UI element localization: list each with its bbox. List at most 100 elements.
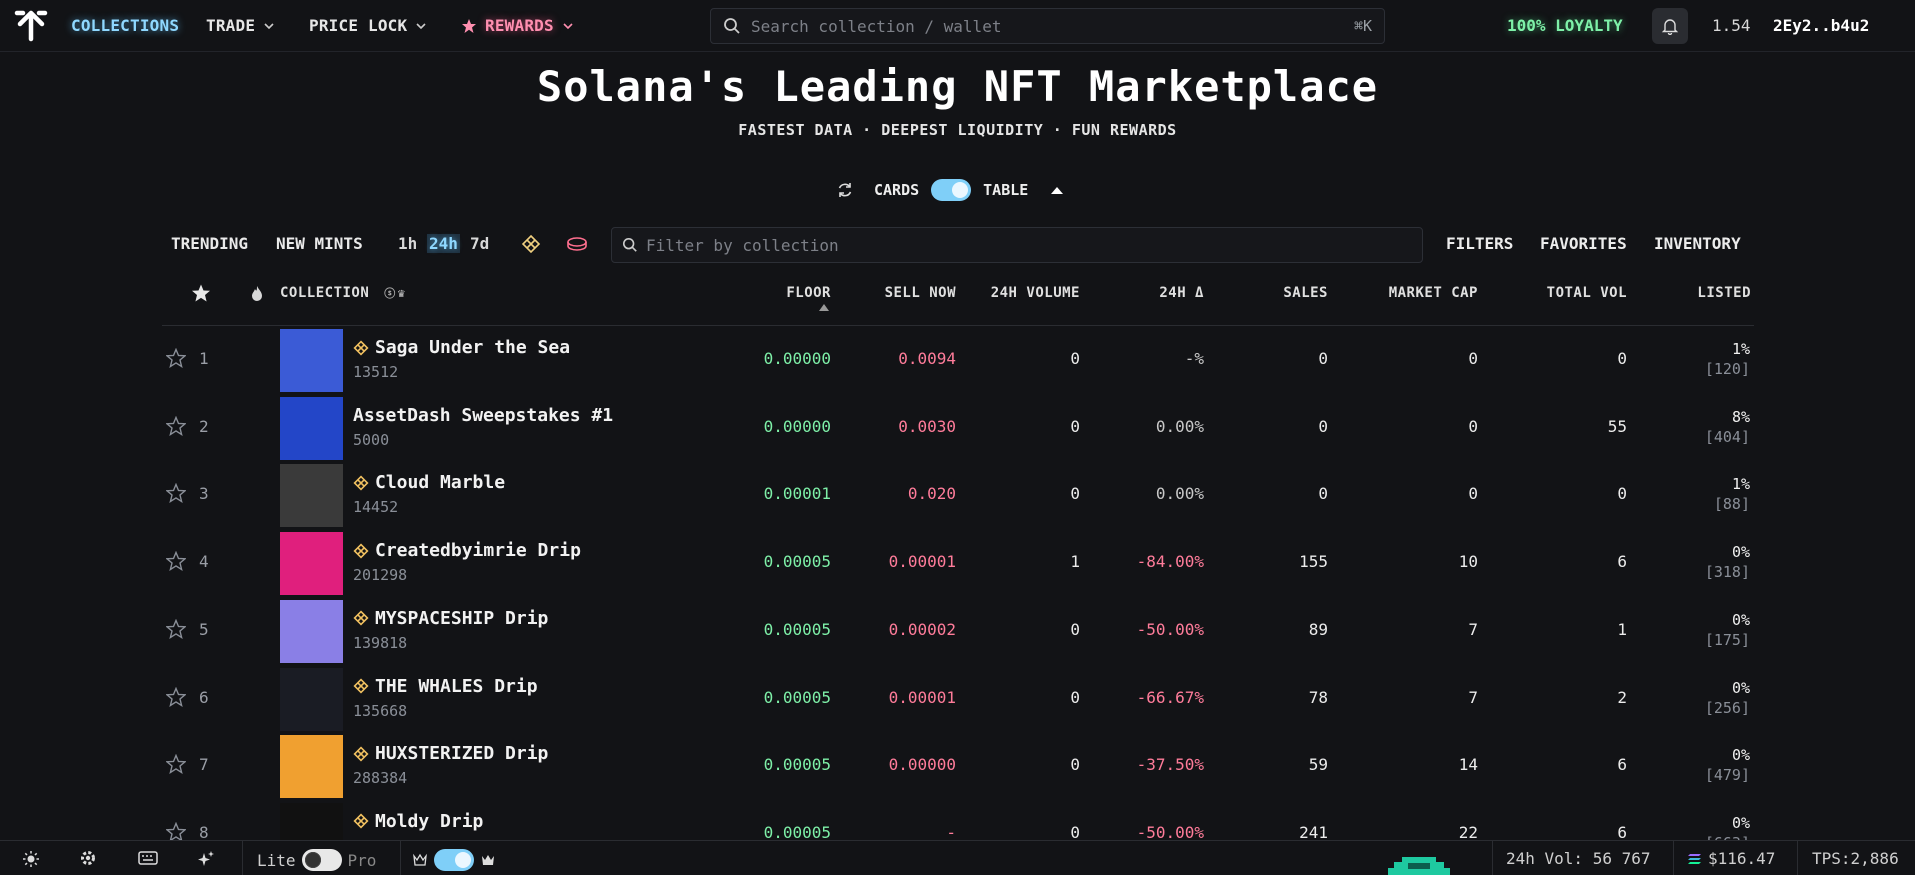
nav-rewards[interactable]: REWARDS xyxy=(461,16,574,35)
sales-value: 155 xyxy=(1299,552,1328,572)
nav-price-lock[interactable]: PRICE LOCK xyxy=(309,16,427,35)
tab-trending[interactable]: TRENDING xyxy=(171,234,248,253)
collection-name-text: Cloud Marble xyxy=(375,472,506,494)
listed-percent: 0% xyxy=(1731,813,1750,832)
global-search[interactable]: ⌘K xyxy=(710,8,1385,44)
coin-filter-icon[interactable] xyxy=(566,236,588,252)
wallet-address[interactable]: 2Ey2..b4u2 xyxy=(1773,16,1869,35)
sell-now-price[interactable]: 0.00002 xyxy=(889,620,956,639)
tab-new-mints[interactable]: NEW MINTS xyxy=(276,234,363,253)
tensor-logo-icon[interactable] xyxy=(14,10,48,42)
collection-name[interactable]: Cloud Marble xyxy=(353,472,505,493)
collection-name[interactable]: Saga Under the Sea xyxy=(353,337,570,358)
crown-icon[interactable]: ♛ xyxy=(398,286,406,300)
nav-trade[interactable]: TRADE xyxy=(206,16,275,35)
table-row[interactable]: 6 THE WHALES Drip 135668 0.00005 0.00001 0 -66… xyxy=(0,665,1915,732)
view-cards-label[interactable]: CARDS xyxy=(874,181,919,199)
fire-icon[interactable] xyxy=(249,285,265,303)
favorite-star-icon[interactable] xyxy=(166,618,186,639)
gear-icon[interactable] xyxy=(79,849,97,867)
collection-name[interactable]: Moldy Drip xyxy=(353,811,483,832)
favorite-star-icon[interactable] xyxy=(166,483,186,504)
filters-button[interactable]: FILTERS xyxy=(1446,234,1513,253)
sell-now-price[interactable]: 0.0030 xyxy=(898,417,956,436)
timeframe-7d[interactable]: 7d xyxy=(470,234,489,253)
collection-thumbnail[interactable] xyxy=(280,396,343,460)
sell-now-price[interactable]: 0.020 xyxy=(908,484,956,503)
table-row[interactable]: 7 HUXSTERIZED Drip 288384 0.00005 0.00000 0 -3… xyxy=(0,732,1915,799)
crown-mode-switch[interactable] xyxy=(434,849,474,871)
collection-name[interactable]: Createdbyimrie Drip xyxy=(353,540,581,561)
collection-thumbnail[interactable] xyxy=(280,464,343,528)
favorite-star-icon[interactable] xyxy=(166,821,186,842)
collection-name[interactable]: MYSPACESHIP Drip xyxy=(353,608,548,629)
column-24h-volume[interactable]: 24H VOLUME xyxy=(991,285,1080,301)
collection-thumbnail[interactable] xyxy=(280,735,343,799)
favorites-button[interactable]: FAVORITES xyxy=(1540,234,1627,253)
column-total-vol[interactable]: TOTAL VOL xyxy=(1547,285,1627,301)
change-24h-value: 0.00% xyxy=(1155,484,1204,504)
refresh-icon[interactable] xyxy=(836,181,854,199)
sparkles-icon[interactable] xyxy=(196,850,216,868)
column-market-cap[interactable]: MARKET CAP xyxy=(1389,285,1478,301)
row-rank: 3 xyxy=(199,484,209,504)
nav-collections-label: COLLECTIONS xyxy=(71,16,180,35)
favorite-star-icon[interactable] xyxy=(166,348,186,368)
table-row[interactable]: 5 MYSPACESHIP Drip 139818 0.00005 0.00002 0 -5… xyxy=(0,597,1915,664)
collection-name[interactable]: THE WHALES Drip xyxy=(353,676,538,697)
favorite-star-icon[interactable] xyxy=(166,686,186,707)
collection-name-text: Moldy Drip xyxy=(375,810,484,832)
verified-icon xyxy=(353,678,369,694)
search-input[interactable] xyxy=(751,16,1354,36)
bell-icon xyxy=(1661,19,1679,35)
sol-balance[interactable]: 1.54 xyxy=(1712,16,1751,35)
sun-icon[interactable] xyxy=(22,850,40,868)
loyalty-badge[interactable]: 100% LOYALTY xyxy=(1507,16,1623,35)
timeframe-24h[interactable]: 24h xyxy=(427,234,460,253)
search-icon xyxy=(724,18,740,34)
collection-name[interactable]: AssetDash Sweepstakes #1 xyxy=(353,405,613,426)
sell-now-price[interactable]: 0.00001 xyxy=(889,552,956,571)
favorites-column-star-icon[interactable] xyxy=(191,283,211,303)
column-sales[interactable]: SALES xyxy=(1283,285,1328,301)
view-mode-switch[interactable] xyxy=(931,179,972,201)
table-row[interactable]: 1 Saga Under the Sea 13512 0.00000 0.0094 0 -%… xyxy=(0,326,1915,393)
lite-pro-toggle[interactable]: Lite Pro xyxy=(257,849,376,871)
view-table-label[interactable]: TABLE xyxy=(983,181,1028,199)
favorite-star-icon[interactable] xyxy=(166,551,186,572)
collection-filter[interactable] xyxy=(611,227,1423,263)
keyboard-icon[interactable] xyxy=(138,851,158,865)
collection-thumbnail[interactable] xyxy=(280,667,343,731)
collection-thumbnail[interactable] xyxy=(280,329,343,392)
column-collection[interactable]: COLLECTION ⓢ ♛ xyxy=(280,285,405,301)
verified-filter-icon[interactable] xyxy=(521,234,541,254)
notifications-button[interactable] xyxy=(1652,8,1688,44)
sell-now-price[interactable]: 0.00001 xyxy=(889,688,956,707)
collection-thumbnail[interactable] xyxy=(280,599,343,663)
collection-thumbnail[interactable] xyxy=(280,532,343,596)
lite-pro-switch[interactable] xyxy=(301,849,342,871)
table-row[interactable]: 4 Createdbyimrie Drip 201298 0.00005 0.00001… xyxy=(0,529,1915,596)
column-sell-now[interactable]: SELL NOW xyxy=(885,285,956,301)
column-24h-change[interactable]: 24H Δ xyxy=(1159,285,1204,301)
inventory-button[interactable]: INVENTORY xyxy=(1654,234,1741,253)
nav-collections[interactable]: COLLECTIONS xyxy=(71,16,179,35)
listed-percent: 0% xyxy=(1731,678,1750,697)
listed-value: 1% [120] xyxy=(1705,339,1750,379)
favorite-star-icon[interactable] xyxy=(166,415,186,436)
crown-mode-toggle[interactable] xyxy=(412,849,496,871)
sell-now-price[interactable]: 0.00000 xyxy=(889,755,956,774)
collection-name[interactable]: HUXSTERIZED Drip xyxy=(353,743,548,764)
column-floor[interactable]: FLOOR xyxy=(786,285,831,311)
sol-circle-icon[interactable]: ⓢ xyxy=(384,287,396,300)
pro-label: Pro xyxy=(347,850,377,870)
table-row[interactable]: 2 AssetDash Sweepstakes #1 5000 0.00000 0.00… xyxy=(0,394,1915,461)
sell-now-price[interactable]: 0.0094 xyxy=(898,349,956,368)
column-listed[interactable]: LISTED xyxy=(1697,285,1751,301)
collection-filter-input[interactable] xyxy=(646,235,1412,255)
timeframe-1h[interactable]: 1h xyxy=(398,234,417,253)
favorite-star-icon[interactable] xyxy=(166,754,186,775)
table-row[interactable]: 3 Cloud Marble 14452 0.00001 0.020 0 0.00% 0 0 0 1… xyxy=(0,461,1915,528)
collapse-up-icon[interactable] xyxy=(1050,184,1064,196)
row-rank: 4 xyxy=(199,552,209,572)
